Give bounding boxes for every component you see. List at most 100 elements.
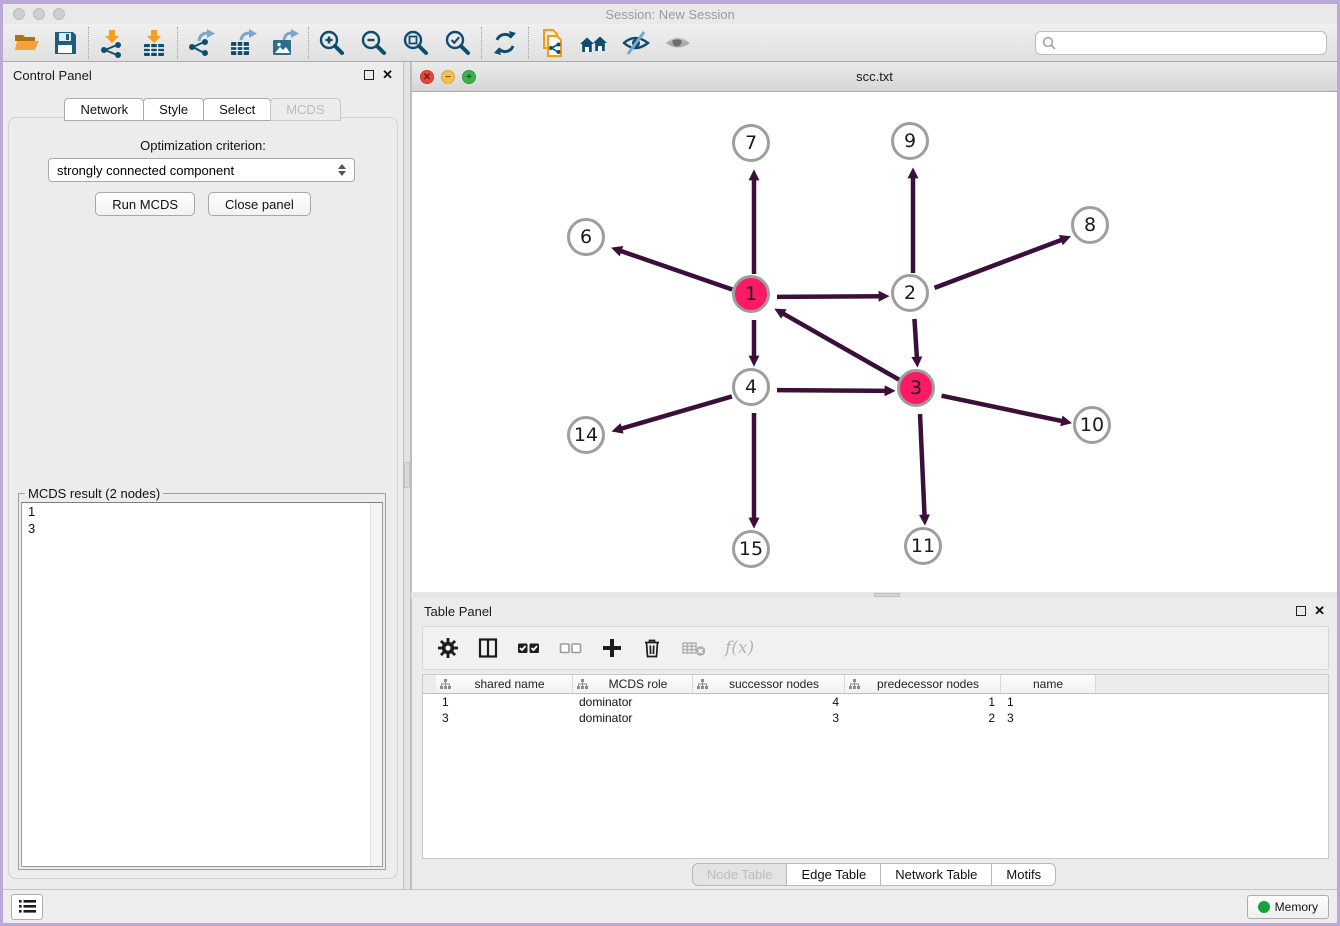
result-scrollbar[interactable]	[370, 503, 382, 866]
column-header-MCDS-role[interactable]: MCDS role	[573, 675, 693, 694]
hide-selection-icon[interactable]	[620, 27, 652, 59]
delete-table-icon[interactable]	[681, 637, 707, 659]
new-network-from-selection-icon[interactable]	[536, 27, 568, 59]
table-cell[interactable]: 1	[436, 695, 573, 709]
table-cell[interactable]: 2	[845, 711, 1001, 725]
memory-button[interactable]: Memory	[1247, 895, 1329, 919]
graph-edge-1-2[interactable]	[777, 296, 883, 297]
task-history-button[interactable]	[11, 894, 43, 920]
graph-node-11[interactable]: 11	[904, 527, 942, 565]
refresh-layout-icon[interactable]	[489, 27, 521, 59]
table-panel: Table Panel ✕	[411, 598, 1337, 889]
save-session-icon[interactable]	[49, 27, 81, 59]
graph-edge-3-10[interactable]	[942, 396, 1066, 422]
table-cell[interactable]: 3	[1001, 711, 1096, 725]
table-cell[interactable]: 4	[693, 695, 845, 709]
export-network-icon[interactable]	[185, 27, 217, 59]
run-mcds-button[interactable]: Run MCDS	[95, 192, 195, 216]
search-field[interactable]	[1035, 31, 1327, 55]
optimization-criterion-dropdown[interactable]: strongly connected component	[48, 158, 355, 182]
tab-edge-table[interactable]: Edge Table	[786, 863, 881, 886]
graph-edge-4-3[interactable]	[777, 390, 889, 391]
table-cell[interactable]: 3	[693, 711, 845, 725]
table-cell[interactable]: 3	[436, 711, 573, 725]
graph-edge-1-6[interactable]	[617, 250, 732, 290]
mcds-result-list[interactable]: 13	[21, 502, 383, 867]
tab-select[interactable]: Select	[203, 98, 271, 121]
close-panel-icon[interactable]: ✕	[1314, 606, 1325, 616]
search-input[interactable]	[1060, 36, 1320, 50]
column-header-successor-nodes[interactable]: successor nodes	[693, 675, 845, 694]
column-header-name[interactable]: name	[1001, 675, 1096, 694]
show-all-icon[interactable]	[662, 27, 694, 59]
graph-node-1[interactable]: 1	[732, 275, 770, 313]
open-session-icon[interactable]	[11, 27, 43, 59]
function-builder-icon[interactable]: f(x)	[725, 638, 754, 658]
horizontal-splitter[interactable]	[411, 592, 1337, 598]
network-maximize-button[interactable]: +	[462, 70, 476, 84]
graph-node-8[interactable]: 8	[1071, 206, 1109, 244]
table-cell[interactable]: 1	[845, 695, 1001, 709]
first-neighbors-icon[interactable]	[578, 27, 610, 59]
graph-node-3[interactable]: 3	[897, 369, 935, 407]
network-canvas[interactable]: 7 9 6 8 1 2 4 3 14 10 15 11	[412, 92, 1337, 592]
panel-splitter[interactable]	[403, 62, 411, 889]
float-panel-icon[interactable]	[364, 70, 374, 80]
mcds-result-group: MCDS result (2 nodes) 13	[18, 493, 386, 870]
toggle-columns-icon[interactable]	[477, 637, 499, 659]
memory-status-icon	[1258, 901, 1270, 913]
window-close-button[interactable]	[13, 8, 25, 20]
close-panel-button[interactable]: Close panel	[208, 192, 311, 216]
graph-edge-2-8[interactable]	[935, 239, 1065, 288]
mcds-result-title: MCDS result (2 nodes)	[25, 486, 163, 501]
tab-style[interactable]: Style	[143, 98, 204, 121]
column-header-label: name	[1005, 677, 1091, 691]
zoom-selected-icon[interactable]	[442, 27, 474, 59]
toolbar-separator	[177, 27, 178, 59]
settings-gear-icon[interactable]	[437, 637, 459, 659]
graph-node-6[interactable]: 6	[567, 218, 605, 256]
select-all-icon[interactable]	[517, 637, 541, 659]
graph-edge-3-11[interactable]	[920, 414, 925, 519]
table-row-1[interactable]: 3dominator323	[423, 710, 1328, 726]
graph-node-10[interactable]: 10	[1073, 406, 1111, 444]
graph-edge-3-1[interactable]	[780, 312, 899, 380]
graph-edge-4-14[interactable]	[618, 396, 732, 429]
network-close-button[interactable]: ✕	[420, 70, 434, 84]
column-header-shared-name[interactable]: shared name	[436, 675, 573, 694]
import-table-icon[interactable]	[138, 27, 170, 59]
window-minimize-button[interactable]	[33, 8, 45, 20]
table-cell[interactable]: 1	[1001, 695, 1096, 709]
zoom-in-icon[interactable]	[316, 27, 348, 59]
splitter-grip[interactable]	[404, 462, 410, 488]
tab-network[interactable]: Network	[64, 98, 144, 121]
table-cell[interactable]: dominator	[573, 711, 693, 725]
deselect-all-icon[interactable]	[559, 637, 583, 659]
network-minimize-button[interactable]: −	[441, 70, 455, 84]
graph-node-4[interactable]: 4	[732, 368, 770, 406]
table-cell[interactable]: dominator	[573, 695, 693, 709]
tab-node-table[interactable]: Node Table	[692, 863, 788, 886]
zoom-out-icon[interactable]	[358, 27, 390, 59]
export-table-icon[interactable]	[227, 27, 259, 59]
graph-node-14[interactable]: 14	[567, 416, 605, 454]
graph-node-2[interactable]: 2	[891, 274, 929, 312]
delete-column-icon[interactable]	[641, 637, 663, 659]
table-row-0[interactable]: 1dominator411	[423, 694, 1328, 710]
splitter-grip[interactable]	[874, 593, 900, 597]
close-panel-icon[interactable]: ✕	[382, 70, 393, 80]
tab-mcds[interactable]: MCDS	[270, 98, 340, 121]
float-panel-icon[interactable]	[1296, 606, 1306, 616]
graph-edge-2-3[interactable]	[914, 319, 917, 361]
graph-node-9[interactable]: 9	[891, 122, 929, 160]
zoom-fit-icon[interactable]	[400, 27, 432, 59]
tab-motifs[interactable]: Motifs	[991, 863, 1056, 886]
window-maximize-button[interactable]	[53, 8, 65, 20]
add-column-icon[interactable]	[601, 637, 623, 659]
import-network-icon[interactable]	[96, 27, 128, 59]
export-image-icon[interactable]	[269, 27, 301, 59]
graph-node-7[interactable]: 7	[732, 124, 770, 162]
graph-node-15[interactable]: 15	[732, 530, 770, 568]
column-header-predecessor-nodes[interactable]: predecessor nodes	[845, 675, 1001, 694]
tab-network-table[interactable]: Network Table	[880, 863, 992, 886]
